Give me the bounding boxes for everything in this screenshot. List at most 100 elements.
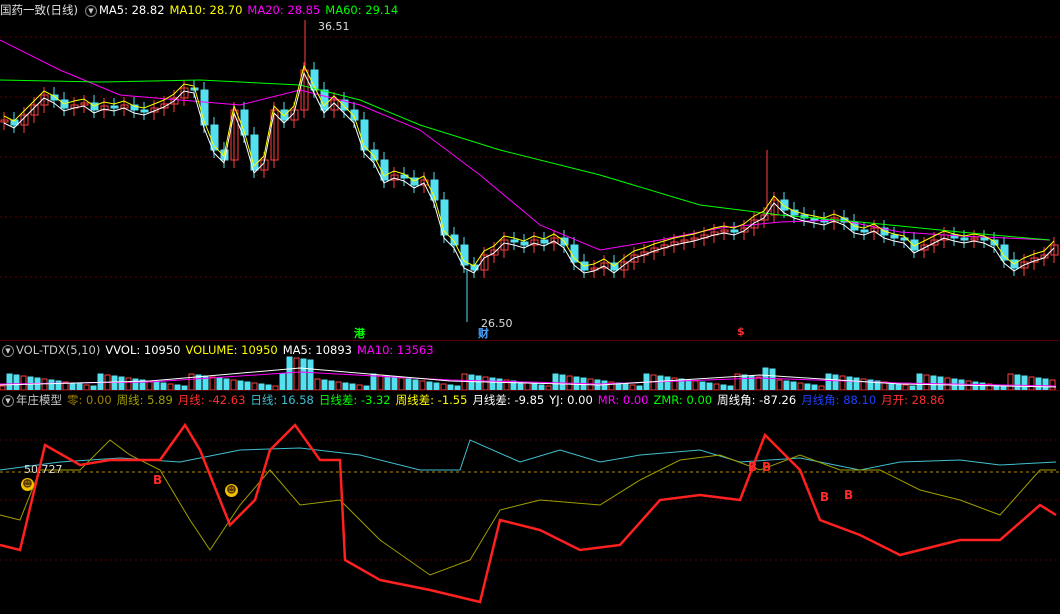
volume-bar (1035, 377, 1042, 391)
volume-bar (1042, 378, 1049, 391)
ma-value: MA60: 29.14 (325, 3, 399, 17)
volume-bar (769, 368, 776, 391)
ind-value: 月线差: -9.85 (472, 393, 545, 407)
volume-bar (755, 376, 762, 391)
volume-bar (223, 378, 230, 391)
volume-bar (111, 375, 118, 391)
volume-bar (1021, 375, 1028, 391)
volume-bar (1049, 379, 1056, 391)
volume-bar (433, 382, 440, 391)
collapse-icon[interactable]: ▼ (2, 394, 14, 407)
volume-bar (405, 378, 412, 391)
vol-value: VOLUME: 10950 (185, 343, 278, 357)
volume-bar (244, 381, 251, 391)
buy-signal-label: B (153, 473, 163, 487)
event-marker-dividend[interactable]: $ (737, 325, 745, 338)
ind-value: 月线角: 88.10 (801, 393, 877, 407)
volume-bar (412, 379, 419, 391)
volume-bar (930, 375, 937, 391)
ma-value: MA5: 28.82 (98, 3, 165, 17)
volume-bar (377, 374, 384, 391)
candle-body (860, 229, 869, 233)
volume-bar (321, 379, 328, 391)
volume-bar (699, 381, 706, 391)
volume-title: VOL-TDX(5,10) (16, 343, 101, 357)
volume-bar (125, 377, 132, 391)
smiley-icon: ☻ (225, 484, 238, 497)
candle-body (320, 89, 329, 111)
volume-bar (251, 382, 258, 391)
volume-bar (706, 382, 713, 391)
candle-body (540, 239, 549, 244)
volume-bar (860, 378, 867, 391)
volume-bar (41, 378, 48, 391)
ma20-line (0, 39, 1051, 251)
volume-bar (916, 373, 923, 391)
volume-bar (664, 376, 671, 391)
ind-value: 零: 0.00 (67, 393, 112, 407)
candle-body (520, 241, 529, 246)
candle-body (50, 94, 59, 101)
candle-body (360, 119, 369, 151)
ind-value: YJ: 0.00 (549, 393, 593, 407)
volume-bar (741, 374, 748, 391)
ind-value: 周线差: -1.55 (395, 393, 468, 407)
ma-value: MA10: 28.70 (169, 3, 243, 17)
collapse-icon[interactable]: ▼ (2, 344, 14, 357)
volume-bar (468, 374, 475, 391)
volume-bar (923, 374, 930, 391)
volume-bar (846, 376, 853, 391)
volume-bar (342, 382, 349, 391)
pane-divider-1 (0, 340, 1060, 341)
pane-divider-2 (0, 390, 1060, 391)
collapse-icon[interactable]: ▼ (84, 4, 97, 17)
volume-bar (657, 375, 664, 391)
main-chart-header: 国药一致(日线) ▼ MA5: 28.82 MA10: 28.70 MA20: 28.8… (0, 2, 408, 18)
volume-bar (209, 376, 216, 391)
high-price-label: 36.51 (318, 20, 350, 33)
volume-bar (685, 379, 692, 391)
volume-bar (1007, 373, 1014, 391)
volume-bar (69, 382, 76, 391)
volume-bar (132, 378, 139, 391)
ind-value: 日线: 16.58 (250, 393, 314, 407)
volume-bar (328, 380, 335, 391)
volume-bar (839, 375, 846, 391)
candle-body (370, 149, 379, 161)
volume-bar (524, 382, 531, 391)
indicator-header: ▼ 年庄模型 零: 0.00 周线: 5.89 月线: -42.63 日线: 16.58 日… (0, 392, 955, 408)
candle-body (980, 237, 989, 241)
candle-body (890, 234, 899, 239)
volume-bar (482, 376, 489, 391)
volume-bar (293, 357, 300, 391)
volume-bar (335, 381, 342, 391)
ind-value: 月线: -42.63 (177, 393, 246, 407)
volume-bar (426, 381, 433, 391)
candle-body (450, 234, 459, 246)
ma60-line (0, 79, 1051, 241)
event-marker-finance[interactable]: 财 (478, 325, 489, 341)
ind-value: ZMR: 0.00 (653, 393, 713, 407)
volume-bar (188, 373, 195, 391)
volume-bar (153, 381, 160, 391)
volume-bar (825, 373, 832, 391)
volume-bar (552, 373, 559, 391)
event-marker-hk[interactable]: 港 (354, 325, 365, 341)
volume-bar (790, 381, 797, 391)
volume-bar (314, 378, 321, 391)
volume-bar (286, 356, 293, 391)
volume-bar (776, 379, 783, 391)
volume-bar (307, 359, 314, 391)
indicator-title: 年庄模型 (16, 393, 62, 407)
vol-value: VVOL: 10950 (105, 343, 181, 357)
volume-bar (20, 375, 27, 391)
volume-bar (160, 382, 167, 391)
volume-bar (692, 380, 699, 391)
ma5-line (3, 71, 1055, 274)
ind-value: 月开: 28.86 (881, 393, 945, 407)
volume-bar (398, 377, 405, 391)
volume-bar (832, 374, 839, 391)
volume-bar (489, 377, 496, 391)
volume-bar (783, 380, 790, 391)
candle-body (960, 237, 969, 241)
